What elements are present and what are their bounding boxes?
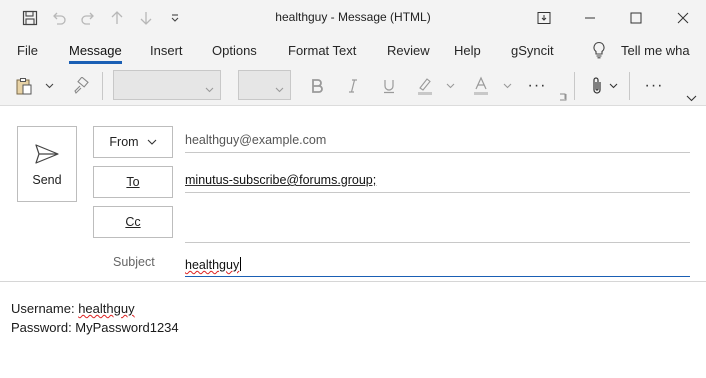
- highlight-dropdown-icon[interactable]: [444, 74, 456, 98]
- title-bar: healthguy - Message (HTML): [0, 0, 706, 36]
- highlight-icon[interactable]: [413, 74, 437, 98]
- from-field[interactable]: healthguy@example.com: [185, 129, 690, 153]
- body-line-password[interactable]: Password: MyPassword1234: [11, 320, 179, 335]
- font-size-combo[interactable]: [238, 70, 291, 100]
- subject-text: healthguy: [185, 258, 240, 272]
- save-icon[interactable]: [20, 8, 40, 28]
- tell-me-search[interactable]: Tell me wha: [621, 43, 690, 58]
- to-button[interactable]: To: [93, 166, 173, 198]
- username-label: Username:: [11, 301, 79, 316]
- cc-button[interactable]: Cc: [93, 206, 173, 238]
- text-caret: [240, 257, 242, 271]
- dialog-launcher-icon[interactable]: [558, 92, 568, 102]
- ribbon-separator: [574, 72, 575, 100]
- to-field[interactable]: minutus-subscribe@forums.group;: [185, 169, 690, 193]
- cc-label: Cc: [125, 215, 141, 229]
- chevron-down-icon: [275, 81, 284, 96]
- ribbon-tabs: File Message Insert Options Format Text …: [0, 36, 706, 66]
- chevron-down-icon: [205, 81, 214, 96]
- lightbulb-icon: [592, 41, 606, 62]
- send-button[interactable]: Send: [17, 126, 77, 202]
- send-icon: [35, 144, 59, 164]
- tab-file[interactable]: File: [17, 43, 38, 58]
- cc-field[interactable]: [185, 219, 690, 243]
- tab-options[interactable]: Options: [212, 43, 257, 58]
- body-line-username[interactable]: Username: healthguy: [11, 301, 135, 316]
- customize-qat-icon[interactable]: [165, 8, 185, 28]
- undo-icon[interactable]: [49, 8, 69, 28]
- username-value: healthguy: [78, 301, 135, 316]
- send-label: Send: [32, 173, 62, 187]
- tab-insert[interactable]: Insert: [150, 43, 183, 58]
- font-color-icon[interactable]: [469, 74, 493, 98]
- to-label: To: [126, 175, 140, 189]
- from-button[interactable]: From: [93, 126, 173, 158]
- font-name-combo[interactable]: [113, 70, 221, 100]
- font-color-dropdown-icon[interactable]: [501, 74, 513, 98]
- format-painter-icon[interactable]: [67, 74, 93, 98]
- subject-field[interactable]: healthguy: [185, 253, 690, 277]
- chevron-down-icon: [147, 139, 156, 145]
- down-arrow-icon[interactable]: [136, 8, 156, 28]
- tab-message[interactable]: Message: [69, 43, 122, 64]
- italic-icon[interactable]: [341, 74, 365, 98]
- up-arrow-icon[interactable]: [107, 8, 127, 28]
- underline-icon[interactable]: [377, 74, 401, 98]
- minimize-icon[interactable]: [567, 0, 613, 36]
- ribbon-separator: [629, 72, 630, 100]
- paste-dropdown-icon[interactable]: [43, 74, 55, 98]
- paste-icon[interactable]: [11, 74, 37, 98]
- recipient-token[interactable]: minutus-subscribe@forums.group;: [185, 173, 376, 187]
- header-body-divider: [0, 281, 706, 282]
- ribbon-separator: [102, 72, 103, 100]
- close-icon[interactable]: [660, 0, 706, 36]
- bold-icon[interactable]: [305, 74, 329, 98]
- tab-format-text[interactable]: Format Text: [288, 43, 356, 58]
- subject-label: Subject: [113, 255, 155, 269]
- more-commands-button[interactable]: ···: [641, 74, 667, 98]
- window-title: healthguy - Message (HTML): [275, 10, 431, 24]
- tab-help[interactable]: Help: [454, 43, 481, 58]
- from-label: From: [109, 135, 139, 149]
- more-formatting-button[interactable]: ···: [524, 74, 550, 98]
- tab-gsyncit[interactable]: gSyncit: [511, 43, 554, 58]
- tab-review[interactable]: Review: [387, 43, 430, 58]
- ribbon-display-icon[interactable]: [521, 0, 567, 36]
- compose-pane: Send From healthguy@example.com To minut…: [0, 107, 706, 378]
- ribbon-toolbar: ··· ···: [0, 66, 706, 106]
- maximize-icon[interactable]: [613, 0, 659, 36]
- redo-icon[interactable]: [78, 8, 98, 28]
- attach-file-icon[interactable]: [587, 74, 607, 98]
- attach-dropdown-icon[interactable]: [607, 74, 619, 98]
